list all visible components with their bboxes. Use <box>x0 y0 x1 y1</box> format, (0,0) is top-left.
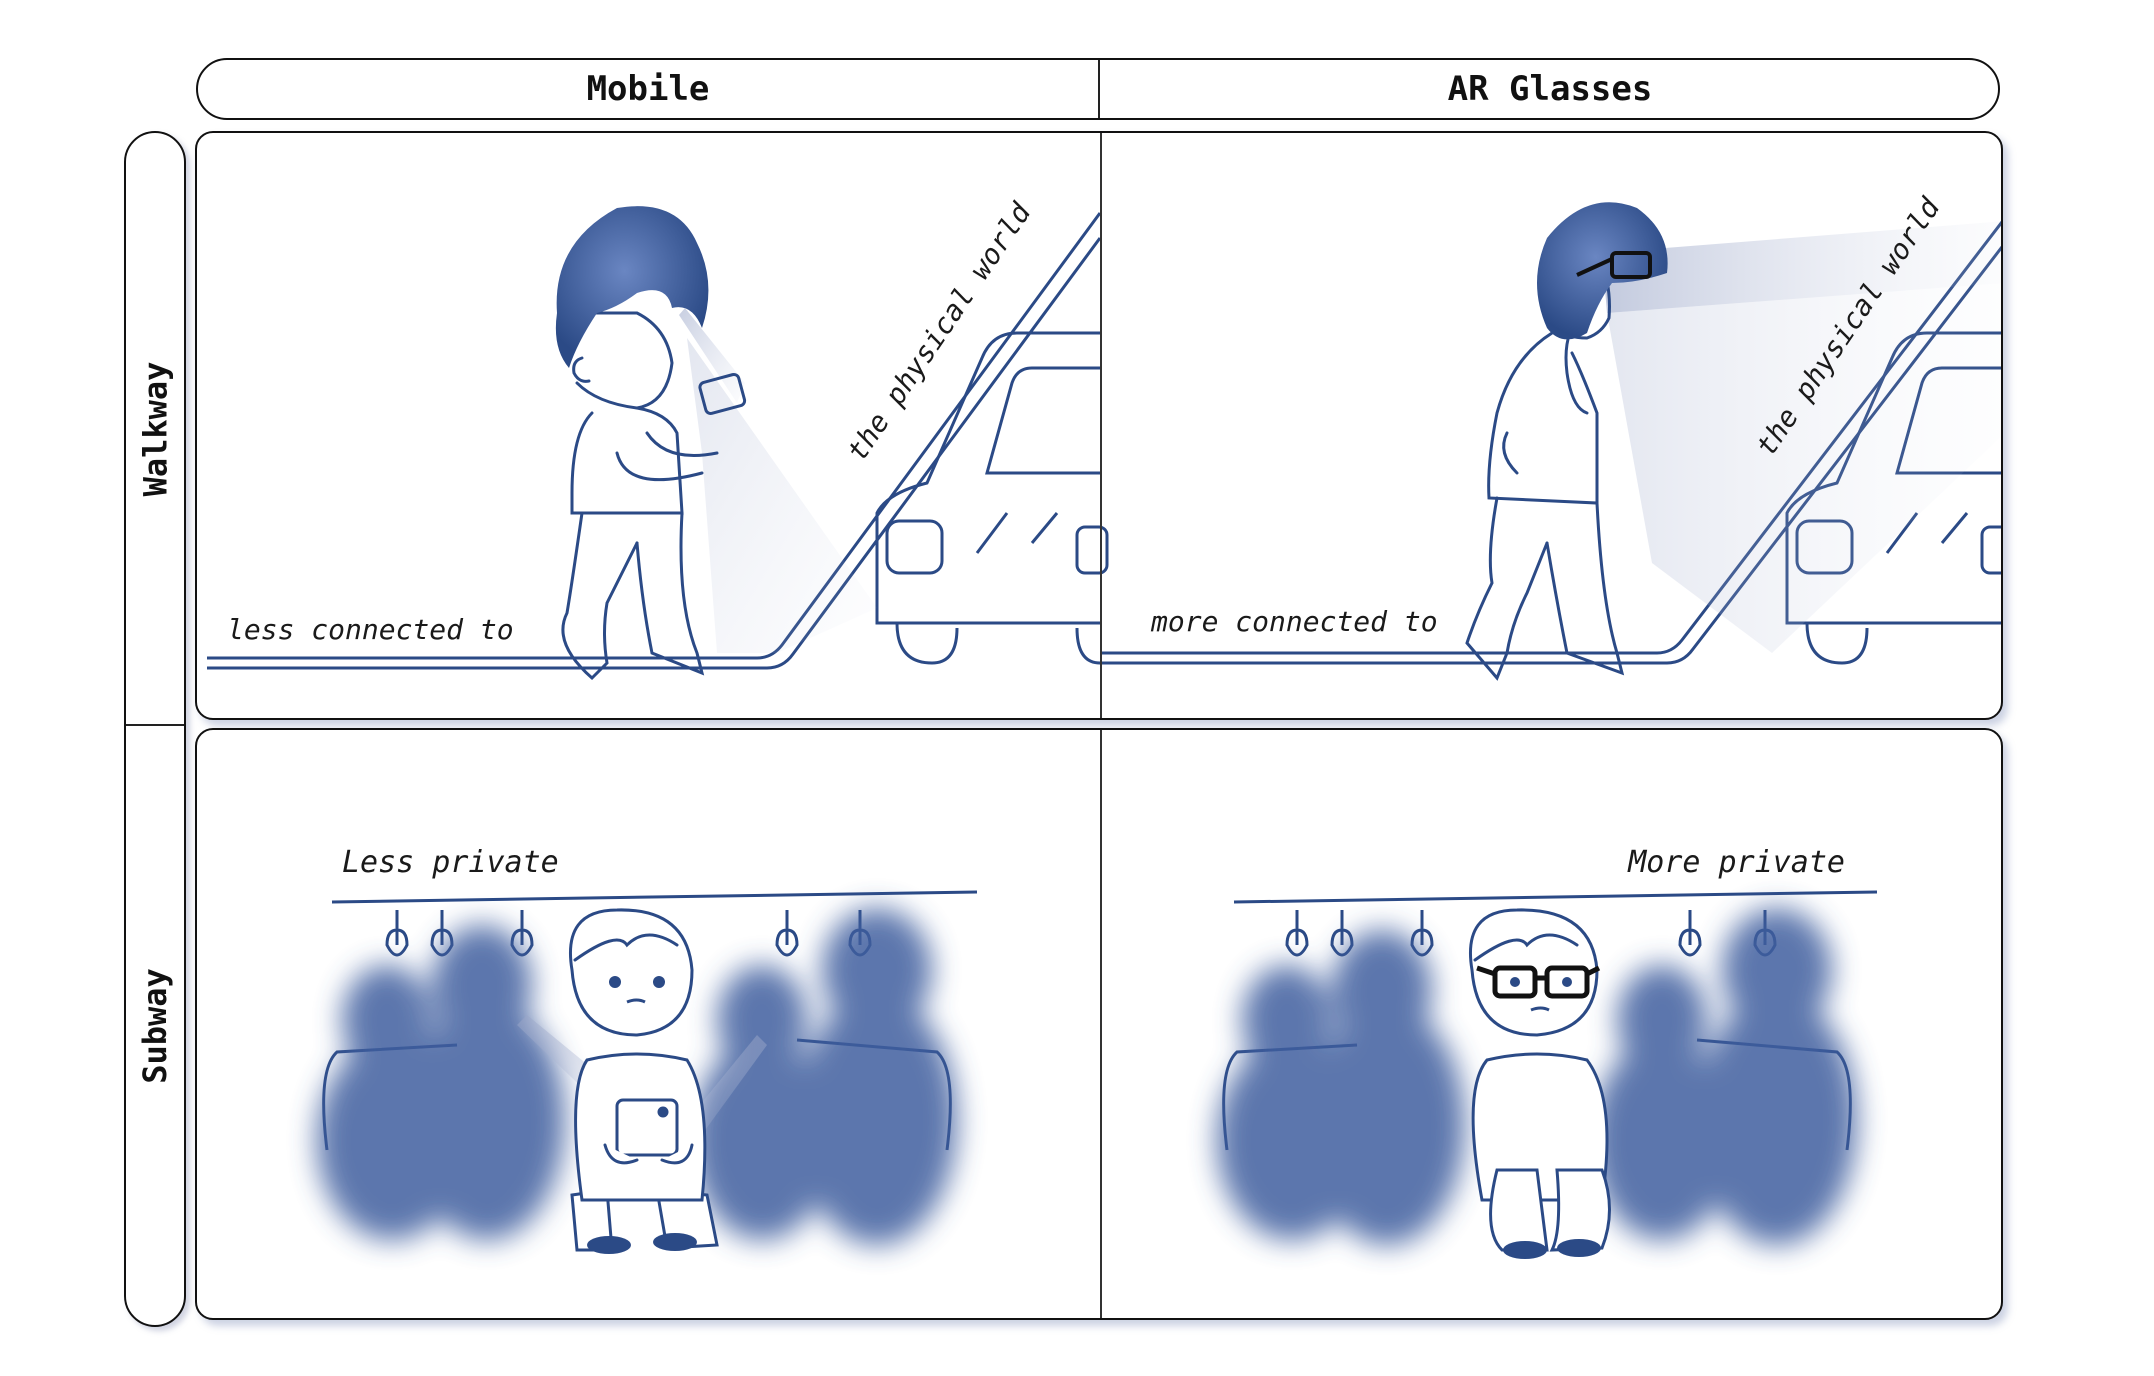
mobile-subway-scene: Less private <box>317 845 978 1254</box>
ar-walkway-scene: more connected to the physical world <box>1102 191 2001 681</box>
mobile-walker-hair <box>555 206 709 368</box>
row-label-walkway-wrap: Walkway <box>126 133 184 724</box>
column-label-mobile: Mobile <box>586 69 710 109</box>
handrail-bar-ar <box>1233 890 1878 904</box>
subway-panel: Less private More private <box>195 728 2003 1320</box>
blurred-passengers-left <box>317 925 565 1240</box>
ar-subway-caption: More private <box>1627 845 1845 880</box>
column-label-ar-glasses: AR Glasses <box>1447 69 1653 109</box>
row-header: Walkway Subway <box>124 131 186 1327</box>
subway-panel-divider <box>1100 730 1102 1318</box>
mobile-walkway-caption-right: the physical world <box>840 196 1038 467</box>
walkway-panel-divider <box>1100 133 1102 718</box>
mobile-walkway-caption-left: less connected to <box>227 613 514 646</box>
walkway-panel: less connected to the physical world mor… <box>195 131 2003 720</box>
blurred-passengers-left-ar <box>1217 930 1465 1245</box>
mobile-seated-figure <box>569 908 719 1252</box>
ar-seated-figure <box>1469 908 1611 1252</box>
row-label-walkway: Walkway <box>136 361 175 496</box>
ar-walkway-caption-left: more connected to <box>1150 605 1438 638</box>
mobile-walkway-scene: less connected to the physical world <box>207 196 1109 681</box>
ar-subway-scene: More private <box>1217 845 1878 1259</box>
mobile-subway-caption: Less private <box>342 845 559 880</box>
handrail-bar <box>331 890 978 904</box>
row-label-subway: Subway <box>136 968 174 1084</box>
row-label-subway-wrap: Subway <box>126 726 184 1326</box>
blurred-passengers-right-ar <box>1592 908 1857 1245</box>
column-header: Mobile AR Glasses <box>196 58 2000 120</box>
